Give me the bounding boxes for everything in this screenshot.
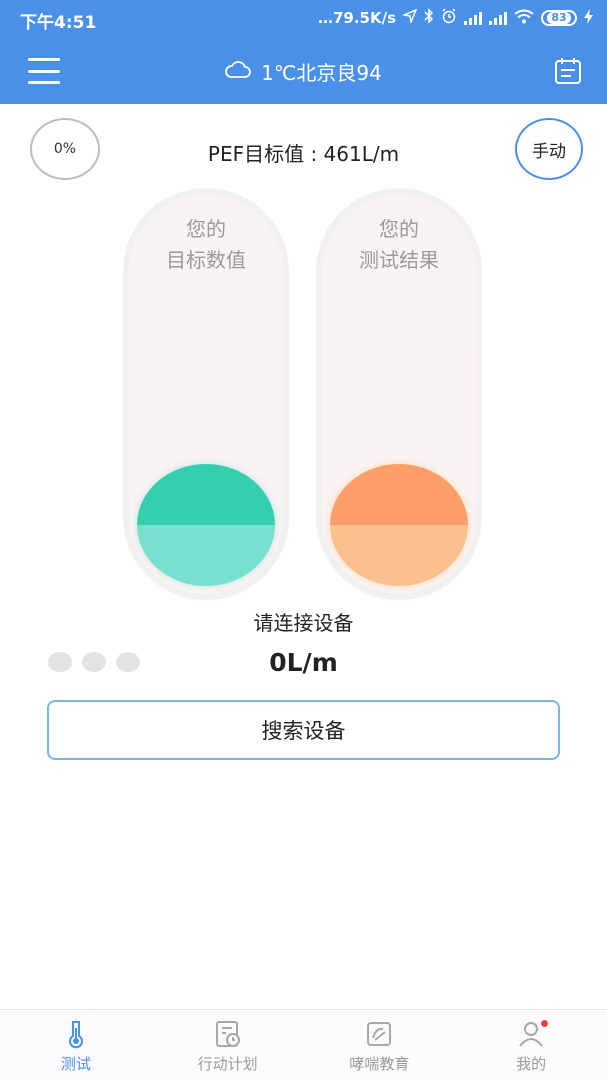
result-label-line2: 测试结果: [359, 248, 439, 272]
result-tube-label: 您的 测试结果: [322, 214, 476, 276]
wifi-icon: [514, 9, 534, 28]
manual-mode-button[interactable]: 手动: [515, 118, 583, 180]
battery-level: 83: [547, 12, 571, 24]
status-time: 下午4:51: [20, 13, 97, 33]
location-arrow-icon: [401, 8, 418, 27]
title-bar: 1℃北京良94: [0, 38, 607, 104]
nav-label-asthma-education: 哮喘教育: [349, 1055, 410, 1073]
result-label-line1: 您的: [379, 217, 419, 241]
bluetooth-icon: [424, 8, 434, 28]
search-device-button[interactable]: 搜索设备: [47, 700, 560, 760]
battery-icon: 83: [541, 10, 577, 26]
charging-icon: [584, 8, 593, 28]
target-tube-label: 您的 目标数值: [129, 214, 283, 276]
education-icon: [367, 1022, 392, 1046]
notification-dot: [541, 1020, 549, 1027]
signal-icon: [489, 11, 507, 25]
target-ball: [137, 464, 275, 586]
nav-label-test: 测试: [60, 1055, 91, 1073]
target-label-line1: 您的: [186, 217, 226, 241]
cloud-icon: [225, 60, 251, 84]
status-icons: …79.5K/s 83: [318, 8, 593, 28]
nav-label-action-plan: 行动计划: [197, 1055, 258, 1073]
pef-reading: 0L/m: [269, 648, 338, 677]
nav-item-test[interactable]: 测试: [0, 1010, 152, 1080]
weather-text: 1℃北京良94: [261, 61, 382, 85]
thermometer-icon: [68, 1021, 83, 1049]
nav-label-mine: 我的: [516, 1055, 547, 1073]
nav-item-asthma-education[interactable]: 哮喘教育: [304, 1010, 456, 1080]
calendar-icon[interactable]: [553, 56, 583, 86]
manual-mode-label: 手动: [532, 141, 566, 162]
search-device-label: 搜索设备: [261, 719, 346, 743]
nav-item-mine[interactable]: 我的: [455, 1010, 607, 1080]
result-ball: [330, 464, 468, 586]
app-header: 下午4:51 …79.5K/s 83 1℃北京良94: [0, 0, 607, 104]
target-label-line2: 目标数值: [166, 248, 246, 272]
status-bar: 下午4:51 …79.5K/s 83: [0, 0, 607, 38]
target-value-tube: 您的 目标数值: [129, 194, 283, 594]
nav-item-action-plan[interactable]: 行动计划: [152, 1010, 304, 1080]
bottom-nav: 测试 行动计划 哮喘教育 我的: [0, 1009, 607, 1080]
alarm-icon: [441, 8, 457, 28]
test-result-tube: 您的 测试结果: [322, 194, 476, 594]
clipboard-clock-icon: [215, 1021, 240, 1047]
hd-signal-icon: [464, 11, 482, 25]
weather-info: 1℃北京良94: [0, 57, 607, 86]
network-speed: …79.5K/s: [317, 9, 396, 27]
connect-device-prompt: 请连接设备: [253, 611, 354, 635]
